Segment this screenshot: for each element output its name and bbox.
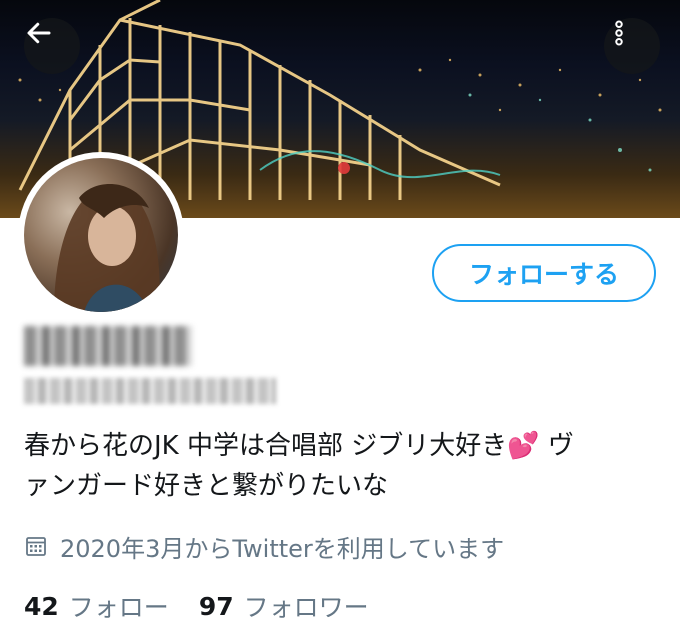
two-hearts-emoji: 💕 xyxy=(507,431,540,461)
followers-label: フォロワー xyxy=(243,593,369,622)
profile-bio: 春から花のJK 中学は合唱部 ジブリ大好き💕 ヴ ァンガード好きと繋がりたいな xyxy=(24,426,654,506)
back-button[interactable] xyxy=(24,18,80,74)
profile-avatar[interactable] xyxy=(18,152,184,318)
follow-button-label: フォローする xyxy=(468,260,619,289)
follow-stats: 42 フォロー 97 フォロワー xyxy=(24,586,369,626)
display-name-blurred xyxy=(24,326,192,366)
avatar-image xyxy=(24,158,178,312)
following-count: 42 xyxy=(24,591,59,621)
bio-line-1-tail: ヴ xyxy=(539,431,574,461)
bio-line-2: ァンガード好きと繋がりたいな xyxy=(24,471,389,501)
more-options-button[interactable] xyxy=(604,18,660,74)
user-handle-blurred xyxy=(24,378,276,404)
more-vertical-icon xyxy=(615,20,623,46)
bio-line-1: 春から花のJK 中学は合唱部 ジブリ大好き xyxy=(24,431,508,461)
following-label: フォロー xyxy=(68,593,169,622)
back-arrow-icon xyxy=(27,22,51,44)
calendar-icon xyxy=(26,537,46,556)
joined-date: 2020年3月からTwitterを利用しています xyxy=(24,528,504,564)
followers-link[interactable]: 97 フォロワー xyxy=(199,588,369,624)
followers-count: 97 xyxy=(198,591,234,621)
joined-text: 2020年3月からTwitterを利用しています xyxy=(60,534,505,563)
following-link[interactable]: 42 フォロー xyxy=(24,588,169,624)
follow-button[interactable]: フォローする xyxy=(432,244,656,302)
